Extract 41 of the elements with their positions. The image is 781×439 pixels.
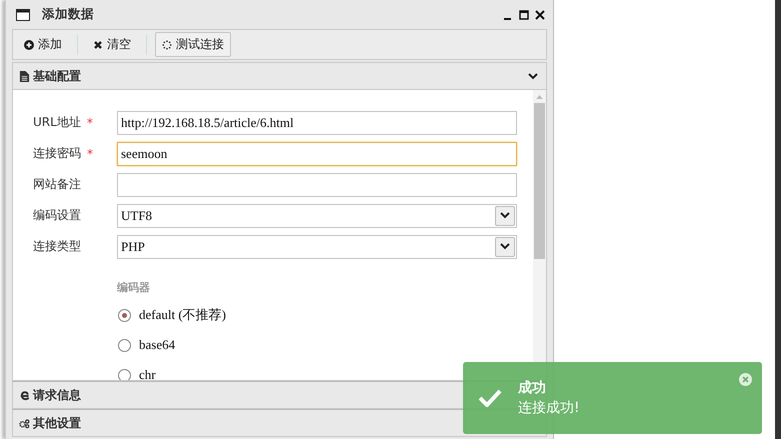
window-title: 添加数据 xyxy=(42,6,94,23)
field-label: 编码设置 xyxy=(33,207,81,224)
input-field[interactable] xyxy=(117,172,517,196)
select-field[interactable]: UTF8 xyxy=(117,204,517,228)
radio-button[interactable] xyxy=(118,338,131,352)
toolbar-button[interactable]: 清空 xyxy=(86,32,138,57)
document-icon xyxy=(19,70,30,82)
toolbar-button[interactable]: 添加 xyxy=(17,32,69,57)
checkmark-icon xyxy=(478,389,502,407)
radio-label[interactable]: chr xyxy=(139,367,156,380)
radio-label[interactable]: base64 xyxy=(139,337,176,353)
dropdown-button[interactable] xyxy=(495,206,515,226)
radio-button[interactable] xyxy=(118,368,131,380)
chevron-down-icon xyxy=(500,212,510,219)
field-label: 连接密码 xyxy=(33,145,81,162)
encoder-label: 编码器 xyxy=(117,280,151,296)
close-icon[interactable] xyxy=(535,10,545,20)
gears-icon xyxy=(19,418,30,428)
browser-e-icon xyxy=(19,390,30,400)
chevron-down-icon xyxy=(528,72,538,80)
toast-title: 成功 xyxy=(518,379,547,397)
maximize-icon[interactable] xyxy=(519,10,529,20)
required-mark: * xyxy=(86,116,93,130)
chevron-down-icon xyxy=(500,243,510,250)
field-label: 连接类型 xyxy=(33,238,81,255)
window-icon xyxy=(16,8,30,20)
field-label: 网站备注 xyxy=(33,176,81,193)
field-label: URL地址 xyxy=(33,114,81,131)
toolbar-button[interactable]: 测试连接 xyxy=(155,32,231,57)
select-field[interactable]: PHP xyxy=(117,234,517,258)
scrollbar-thumb[interactable] xyxy=(534,103,545,259)
plus-circle-icon xyxy=(24,40,34,50)
radio-button[interactable] xyxy=(118,308,131,322)
dropdown-button[interactable] xyxy=(495,236,515,256)
input-field[interactable]: http://192.168.18.5/article/6.html xyxy=(117,110,517,134)
input-field[interactable]: seemoon xyxy=(117,142,517,166)
cross-icon xyxy=(93,40,103,50)
section-header[interactable]: 基础配置 xyxy=(12,62,547,90)
radio-label[interactable]: default (不推荐) xyxy=(139,306,226,324)
required-mark: * xyxy=(87,146,93,160)
spinner-icon xyxy=(162,40,172,50)
